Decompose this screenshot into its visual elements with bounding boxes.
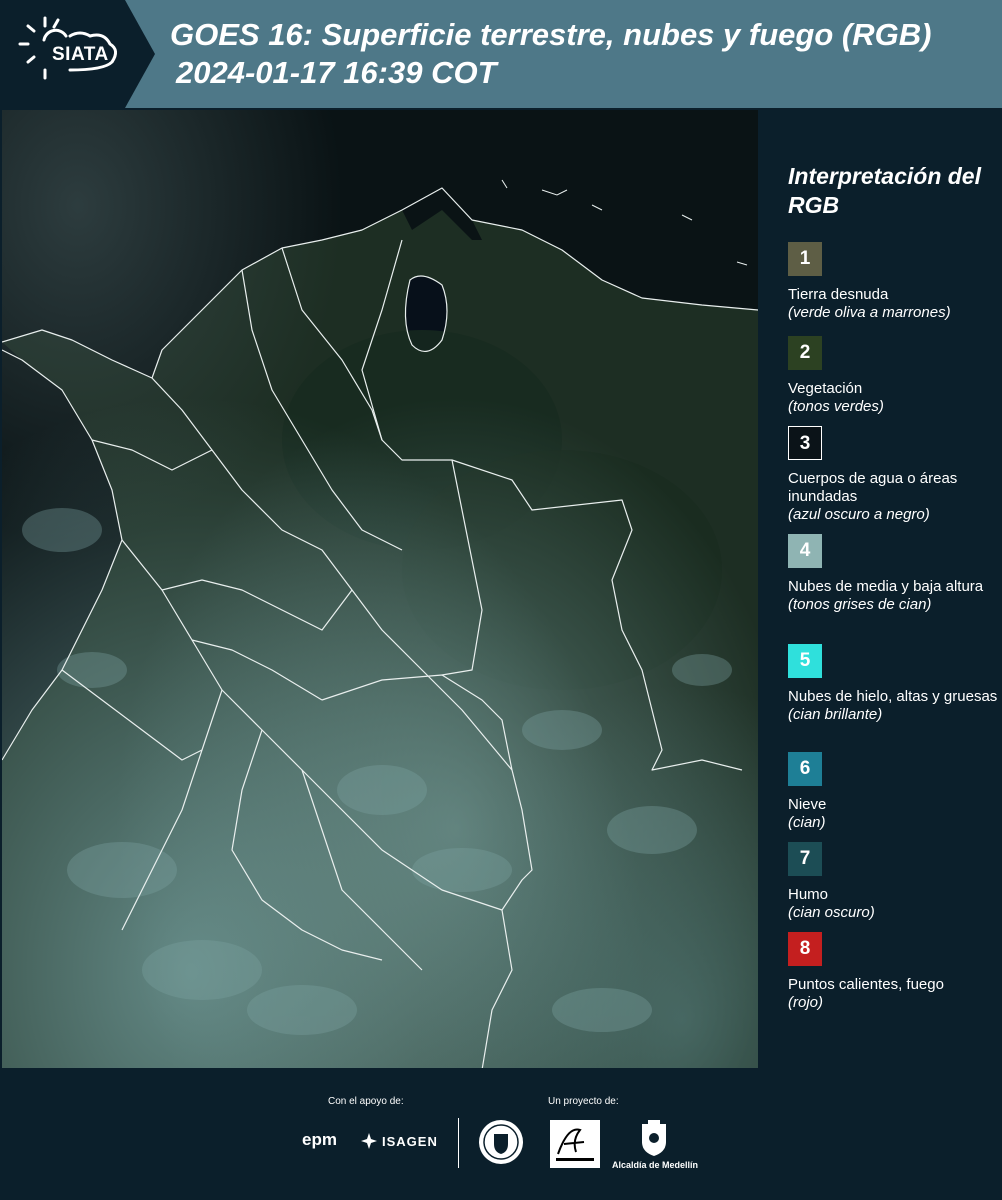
support-label: Con el apoyo de: <box>328 1096 404 1107</box>
area-metropolitana-logo <box>550 1120 600 1168</box>
page-title: GOES 16: Superficie terrestre, nubes y f… <box>170 16 1000 92</box>
legend-item-label: Nieve <box>788 796 827 813</box>
legend-title: Interpretación del RGB <box>788 163 981 218</box>
seal-icon <box>479 1120 523 1164</box>
title-line-1: GOES 16: Superficie terrestre, nubes y f… <box>170 17 932 52</box>
map-image <box>2 110 758 1068</box>
legend-item-ice-clouds: 5 Nubes de hielo, altas y gruesas (cian … <box>788 644 998 724</box>
legend-item-label: Nubes de media y baja altura <box>788 578 984 595</box>
legend-item-sub: (verde oliva a marrones) <box>788 304 951 321</box>
legend-swatch: 2 <box>788 336 822 370</box>
legend-item-label: Cuerpos de agua o áreas inundadas <box>788 470 958 505</box>
legend-panel: Interpretación del RGB 1 Tierra desnuda … <box>760 110 1002 1068</box>
legend-item-bare-land: 1 Tierra desnuda (verde oliva a marrones… <box>788 242 998 322</box>
alcaldia-logo-text: Alcaldía de Medellín <box>612 1160 699 1170</box>
project-label: Un proyecto de: <box>548 1096 619 1107</box>
legend-item-snow: 6 Nieve (cian) <box>788 752 998 832</box>
legend-item-sub: (rojo) <box>788 994 824 1011</box>
legend-item-label: Vegetación <box>788 380 863 397</box>
legend-swatch: 6 <box>788 752 822 786</box>
area-metropolitana-icon <box>556 1128 594 1161</box>
epm-logo: epm <box>302 1130 337 1149</box>
legend-item-label: Humo <box>788 886 829 903</box>
legend-swatch: 4 <box>788 534 822 568</box>
legend-item-low-clouds: 4 Nubes de media y baja altura (tonos gr… <box>788 534 998 614</box>
satellite-map <box>2 110 758 1068</box>
legend-item-sub: (tonos grises de cian) <box>788 596 932 613</box>
footer-divider <box>458 1118 459 1168</box>
legend-swatch: 5 <box>788 644 822 678</box>
title-line-2: 2024-01-17 16:39 COT <box>176 55 497 90</box>
legend-item-label: Tierra desnuda <box>788 286 889 303</box>
siata-logo: SIATA <box>0 0 155 108</box>
legend-item-smoke: 7 Humo (cian oscuro) <box>788 842 998 922</box>
legend-item-sub: (tonos verdes) <box>788 398 884 415</box>
alcaldia-shield-icon <box>642 1120 666 1156</box>
isagen-icon <box>361 1133 377 1149</box>
legend-item-label: Puntos calientes, fuego <box>788 976 944 993</box>
isagen-logo: ISAGEN <box>382 1134 438 1149</box>
legend-swatch: 3 <box>788 426 822 460</box>
legend-item-sub: (azul oscuro a negro) <box>788 506 930 523</box>
legend-swatch: 7 <box>788 842 822 876</box>
legend-swatch: 8 <box>788 932 822 966</box>
legend-item-sub: (cian oscuro) <box>788 904 875 921</box>
legend-item-sub: (cian) <box>788 814 826 831</box>
legend-item-sub: (cian brillante) <box>788 706 883 723</box>
footer: Con el apoyo de: Un proyecto de: epm ISA… <box>0 1070 1002 1200</box>
legend-item-vegetation: 2 Vegetación (tonos verdes) <box>788 336 998 416</box>
header-bar: SIATA GOES 16: Superficie terrestre, nub… <box>0 0 1002 108</box>
legend-item-fire: 8 Puntos calientes, fuego (rojo) <box>788 932 998 1012</box>
legend-item-water: 3 Cuerpos de agua o áreas inundadas (azu… <box>788 426 998 524</box>
legend-item-label: Nubes de hielo, altas y gruesas <box>788 688 998 705</box>
logo-text: SIATA <box>52 44 109 65</box>
legend-swatch: 1 <box>788 242 822 276</box>
